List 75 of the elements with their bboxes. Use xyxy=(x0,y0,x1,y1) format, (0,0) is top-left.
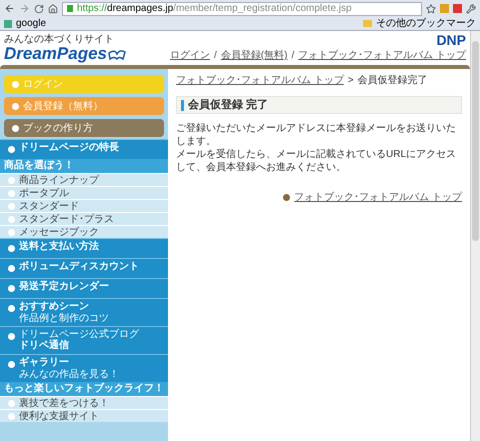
sidebar-link[interactable]: 発送予定カレンダー xyxy=(0,278,168,298)
home-icon[interactable] xyxy=(48,4,58,14)
sidebar-link[interactable]: おすすめシーン 作品例と制作のコツ xyxy=(0,298,168,326)
star-icon[interactable] xyxy=(426,4,436,14)
url-path: /member/temp_registration/complete.jsp xyxy=(173,2,352,14)
scrollbar[interactable] xyxy=(470,31,480,441)
breadcrumb-current: 会員仮登録完了 xyxy=(358,74,428,88)
header-link[interactable]: 会員登録(無料) xyxy=(220,48,288,63)
nav-separator: / xyxy=(291,49,294,63)
bookmark-folder[interactable]: その他のブックマーク xyxy=(363,16,476,31)
sidebar-subitem[interactable]: 裏技で差をつける！ xyxy=(0,396,168,409)
bullet-icon xyxy=(12,80,19,88)
sidebar-link-label: ボリュームディスカウント xyxy=(19,261,139,273)
sidebar-link-caption: ドリームページ公式ブログ xyxy=(19,329,139,340)
bullet-icon xyxy=(8,202,15,210)
sidebar-link-label: ドリームページの特長 xyxy=(19,142,119,154)
sidebar-link-label: ドリペ通信 xyxy=(19,340,70,352)
bullet-icon xyxy=(8,361,15,368)
sidebar-link[interactable]: ギャラリー みんなの作品を見る！ xyxy=(0,354,168,382)
folder-icon xyxy=(363,20,372,27)
nav-separator: / xyxy=(214,49,217,63)
sidebar-subitem[interactable]: メッセージブック xyxy=(0,225,168,238)
bullet-icon xyxy=(8,146,15,153)
sidebar-link-label: 発送予定カレンダー xyxy=(19,281,109,293)
book-icon xyxy=(107,47,128,61)
top-link[interactable]: フォトブック･フォトアルバム トップ xyxy=(294,190,462,205)
bullet-icon xyxy=(8,305,15,312)
sidebar-subitem[interactable]: ポータブル xyxy=(0,186,168,199)
page-title: 会員仮登録 完了 xyxy=(188,98,268,113)
header-link[interactable]: ログイン xyxy=(170,48,210,63)
sidebar-link[interactable]: ボリュームディスカウント xyxy=(0,258,168,278)
sidebar-link[interactable]: 送料と支払い方法 xyxy=(0,238,168,258)
message-text: メールを受信したら、メールに記載されているURLにアクセスして、会員本登録へお進みください。 xyxy=(176,148,458,174)
sidebar-link[interactable]: ドリームページの特長 xyxy=(0,139,168,159)
bullet-icon xyxy=(8,400,15,406)
bullet-icon xyxy=(8,245,15,252)
sidebar-button[interactable]: ブックの作り方 xyxy=(4,119,164,137)
bullet-icon xyxy=(8,265,15,272)
bullet-icon xyxy=(8,216,15,222)
sidebar-heading: もっと楽しいフォトブックライフ！ xyxy=(0,382,168,396)
sidebar-subitem[interactable]: 便利な支援サイト xyxy=(0,409,168,422)
bullet-icon xyxy=(8,333,15,340)
sidebar-link[interactable]: ドリームページ公式ブログ ドリペ通信 xyxy=(0,326,168,354)
logo-tagline: みんなの本づくりサイト xyxy=(4,35,115,45)
wrench-icon[interactable] xyxy=(466,4,476,14)
site-logo[interactable]: DreamPages xyxy=(4,45,108,63)
address-field[interactable]: https://dreampages.jp/member/temp_registration/complete.jsp xyxy=(62,2,422,16)
bullet-icon xyxy=(12,102,19,110)
sidebar-link-caption: 作品例と制作のコツ xyxy=(19,313,109,324)
sidebar-subitem[interactable]: 商品ラインナップ xyxy=(0,173,168,186)
bullet-icon xyxy=(12,124,19,132)
url-scheme: https:// xyxy=(77,2,108,14)
bullet-icon xyxy=(8,228,15,236)
sidebar-subitem[interactable]: スタンダード･プラス xyxy=(0,212,168,225)
sidebar-link-label: 送料と支払い方法 xyxy=(19,241,99,253)
sidebar-link-label: ギャラリー xyxy=(19,357,70,369)
back-icon[interactable] xyxy=(4,3,15,14)
sidebar-subitem[interactable]: スタンダード xyxy=(0,199,168,212)
header-link[interactable]: フォトブック･フォトアルバム トップ xyxy=(298,48,466,63)
bullet-icon xyxy=(283,194,290,201)
bullet-icon xyxy=(8,412,15,420)
reload-icon[interactable] xyxy=(34,4,44,14)
url-host: dreampages.jp xyxy=(107,2,174,14)
sidebar-link-label: おすすめシーン xyxy=(19,301,90,312)
sidebar-heading: 商品を選ぼう！ xyxy=(0,159,168,173)
breadcrumb-link[interactable]: フォトブック･フォトアルバム トップ xyxy=(176,73,344,88)
bookmark-link[interactable]: google xyxy=(4,16,46,31)
bullet-icon xyxy=(8,190,15,196)
breadcrumb-separator: > xyxy=(348,74,354,88)
bullet-icon xyxy=(8,285,15,292)
title-marker-icon xyxy=(181,100,184,110)
brand-logo: DNP xyxy=(436,33,466,48)
sidebar-link-caption: みんなの作品を見る！ xyxy=(19,369,119,380)
message-text: ご登録いただいたメールアドレスに本登録メールをお送りいたします。 xyxy=(176,122,457,148)
bullet-icon xyxy=(8,176,15,184)
